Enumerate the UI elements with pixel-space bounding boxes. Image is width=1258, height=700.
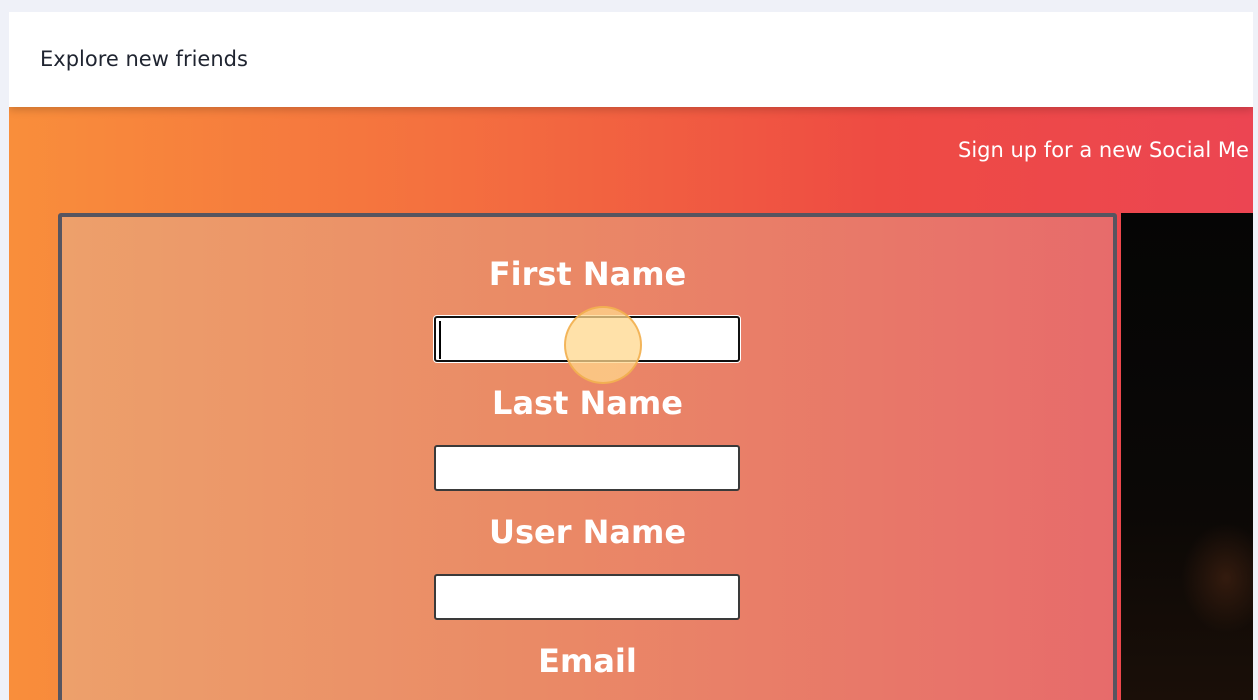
last-name-input[interactable]: [434, 445, 740, 491]
browser-viewport: Explore new friends Sign up for a new So…: [9, 12, 1253, 700]
signup-form-card: First Name Last Name User Name Email: [58, 213, 1117, 700]
user-name-label: User Name: [488, 513, 687, 551]
photo-highlight: [1181, 523, 1253, 633]
hero-subtitle: Sign up for a new Social Me: [958, 138, 1249, 162]
first-name-label: First Name: [488, 255, 687, 293]
navbar-title: Explore new friends: [40, 47, 248, 71]
side-photo: [1121, 213, 1253, 700]
email-label: Email: [538, 642, 637, 680]
top-navbar: Explore new friends: [9, 12, 1253, 107]
user-name-input[interactable]: [434, 574, 740, 620]
last-name-label: Last Name: [492, 384, 683, 422]
text-caret: [439, 321, 441, 359]
click-indicator: [564, 306, 642, 384]
